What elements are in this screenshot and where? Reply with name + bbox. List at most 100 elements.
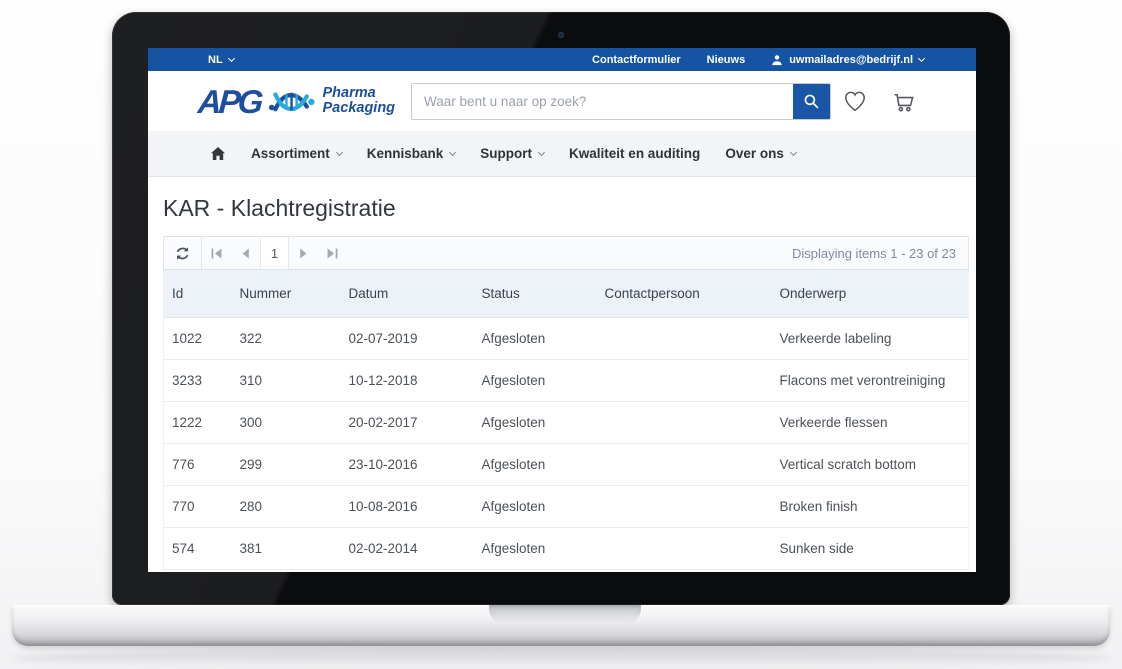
- cell-onderwerp: Broken finish: [772, 485, 969, 527]
- laptop-lid-notch: [489, 605, 641, 624]
- next-page-icon: [298, 248, 309, 259]
- user-email: uwmailadres@bedrijf.nl: [789, 54, 913, 66]
- first-page-icon: [211, 248, 222, 259]
- table-row[interactable]: 776 299 23-10-2016 Afgesloten Vertical s…: [164, 443, 969, 485]
- chevron-down-icon: [336, 148, 343, 155]
- home-icon: [210, 146, 226, 161]
- nieuws-link[interactable]: Nieuws: [707, 54, 746, 66]
- cell-nummer: 300: [232, 401, 341, 443]
- page-title: KAR - Klachtregistratie: [163, 195, 969, 222]
- table-row[interactable]: 574 381 02-02-2014 Afgesloten Sunken sid…: [164, 527, 969, 569]
- account-menu[interactable]: uwmailadres@bedrijf.nl: [771, 54, 924, 66]
- cell-contactpersoon: [597, 527, 772, 569]
- cell-onderwerp: Vertical scratch bottom: [772, 443, 969, 485]
- search-button[interactable]: [793, 84, 830, 119]
- site-header: APG Pharma Packaging: [148, 71, 976, 131]
- laptop-camera: [558, 32, 564, 38]
- user-icon: [771, 54, 783, 66]
- nav-item-kennisbank[interactable]: Kennisbank: [367, 146, 456, 161]
- table-row[interactable]: 1022 322 02-07-2019 Afgesloten Verkeerde…: [164, 317, 969, 359]
- table-row[interactable]: 3233 310 10-12-2018 Afgesloten Flacons m…: [164, 359, 969, 401]
- cell-datum: 20-02-2017: [341, 401, 474, 443]
- search-icon: [803, 93, 820, 110]
- laptop-base: [12, 605, 1110, 646]
- chevron-down-icon: [918, 54, 925, 61]
- table-header-row: Id Nummer Datum Status Contactpersoon On…: [164, 270, 969, 317]
- cell-nummer: 310: [232, 359, 341, 401]
- chevron-down-icon: [228, 54, 235, 61]
- home-button[interactable]: [210, 146, 226, 161]
- nav-label: Over ons: [725, 146, 784, 161]
- language-label: NL: [208, 54, 223, 66]
- nav-item-over-ons[interactable]: Over ons: [725, 146, 796, 161]
- first-page-button[interactable]: [202, 237, 231, 269]
- column-header-onderwerp[interactable]: Onderwerp: [772, 270, 969, 317]
- laptop-screen: NL Contactformulier Nieuws uwmailadres@b…: [148, 48, 976, 572]
- cell-datum: 10-12-2018: [341, 359, 474, 401]
- cell-status: Afgesloten: [474, 443, 597, 485]
- utility-bar: NL Contactformulier Nieuws uwmailadres@b…: [148, 48, 976, 71]
- cell-datum: 02-02-2014: [341, 527, 474, 569]
- brand-wordmark: APG: [197, 85, 262, 118]
- cell-nummer: 280: [232, 485, 341, 527]
- cell-nummer: 381: [232, 527, 341, 569]
- search-input[interactable]: [412, 84, 793, 119]
- cell-status: Afgesloten: [474, 485, 597, 527]
- heart-icon: [841, 88, 869, 114]
- cell-nummer: 322: [232, 317, 341, 359]
- cell-contactpersoon: [597, 401, 772, 443]
- cell-id: 776: [164, 443, 232, 485]
- table-row[interactable]: 770 280 10-08-2016 Afgesloten Broken fin…: [164, 485, 969, 527]
- nav-item-kwaliteit-en-auditing[interactable]: Kwaliteit en auditing: [569, 146, 700, 161]
- prev-page-icon: [240, 248, 251, 259]
- current-page-indicator[interactable]: 1: [260, 237, 289, 269]
- refresh-icon: [174, 245, 191, 262]
- last-page-button[interactable]: [318, 237, 347, 269]
- paging-status-text: Displaying items 1 - 23 of 23: [792, 246, 968, 261]
- next-page-button[interactable]: [289, 237, 318, 269]
- brand-tagline-line2: Packaging: [323, 101, 396, 116]
- chevron-down-icon: [538, 148, 545, 155]
- cell-datum: 10-08-2016: [341, 485, 474, 527]
- cart-button[interactable]: [889, 88, 918, 115]
- header-action-icons: [841, 88, 918, 115]
- cell-status: Afgesloten: [474, 359, 597, 401]
- column-header-nummer[interactable]: Nummer: [232, 270, 341, 317]
- nav-item-support[interactable]: Support: [480, 146, 544, 161]
- column-header-datum[interactable]: Datum: [341, 270, 474, 317]
- chevron-down-icon: [790, 148, 797, 155]
- refresh-button[interactable]: [164, 237, 202, 269]
- language-selector[interactable]: NL: [208, 54, 234, 66]
- page-background: NL Contactformulier Nieuws uwmailadres@b…: [0, 0, 1122, 669]
- cart-icon: [889, 88, 918, 115]
- chevron-down-icon: [449, 148, 456, 155]
- cell-status: Afgesloten: [474, 317, 597, 359]
- cell-onderwerp: Verkeerde flessen: [772, 401, 969, 443]
- cell-datum: 23-10-2016: [341, 443, 474, 485]
- cell-onderwerp: Flacons met verontreiniging: [772, 359, 969, 401]
- table-row[interactable]: 1222 300 20-02-2017 Afgesloten Verkeerde…: [164, 401, 969, 443]
- cell-onderwerp: Sunken side: [772, 527, 969, 569]
- main-nav: Assortiment Kennisbank Support Kwaliteit…: [148, 131, 976, 177]
- nav-label: Kwaliteit en auditing: [569, 146, 700, 161]
- nav-item-assortiment[interactable]: Assortiment: [251, 146, 342, 161]
- column-header-contactpersoon[interactable]: Contactpersoon: [597, 270, 772, 317]
- complaints-table: Id Nummer Datum Status Contactpersoon On…: [163, 270, 969, 570]
- cell-contactpersoon: [597, 359, 772, 401]
- brand-tagline: Pharma Packaging: [323, 86, 396, 116]
- site-logo[interactable]: APG Pharma Packaging: [198, 82, 395, 120]
- cell-id: 1222: [164, 401, 232, 443]
- dna-logo-icon: [268, 82, 316, 120]
- cell-contactpersoon: [597, 485, 772, 527]
- brand-tagline-line1: Pharma: [323, 86, 396, 101]
- wishlist-button[interactable]: [841, 88, 869, 114]
- nav-label: Kennisbank: [367, 146, 444, 161]
- last-page-icon: [327, 248, 338, 259]
- laptop-reflection: [12, 648, 1110, 668]
- prev-page-button[interactable]: [231, 237, 260, 269]
- column-header-id[interactable]: Id: [164, 270, 232, 317]
- cell-id: 3233: [164, 359, 232, 401]
- contactformulier-link[interactable]: Contactformulier: [592, 54, 681, 66]
- cell-id: 770: [164, 485, 232, 527]
- column-header-status[interactable]: Status: [474, 270, 597, 317]
